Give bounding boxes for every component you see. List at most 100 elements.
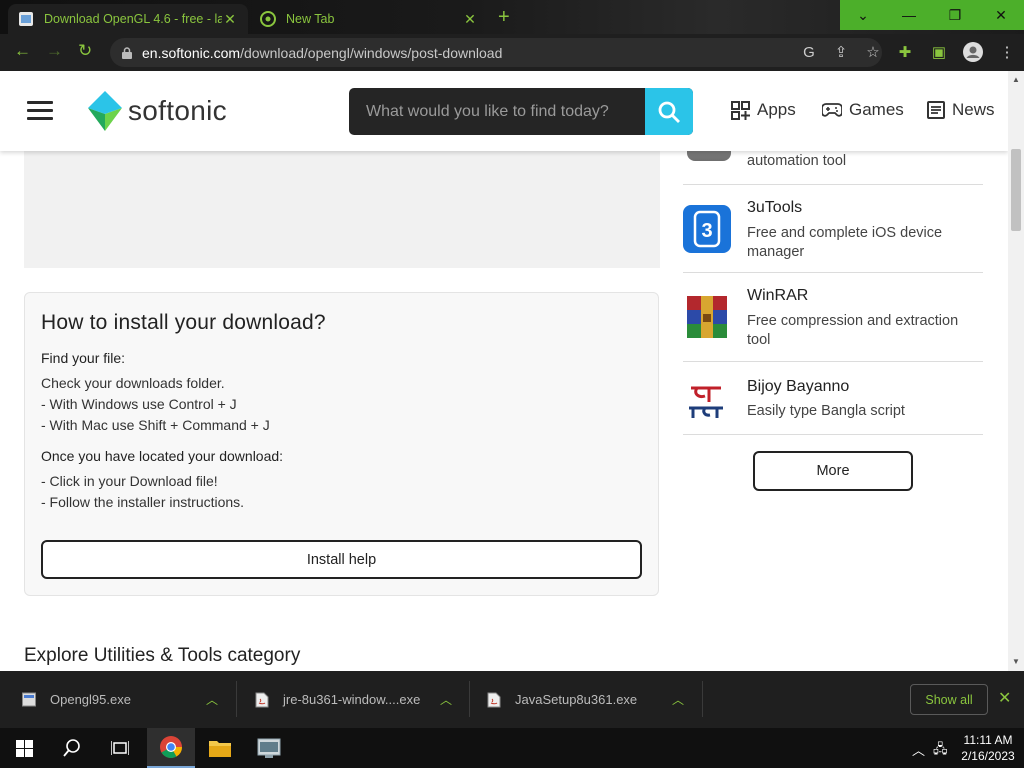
close-tab-icon[interactable]: ✕	[222, 11, 238, 28]
app-name: 3uTools	[747, 199, 803, 216]
bijoy-bayanno-icon	[689, 386, 723, 418]
side-panel-icon[interactable]: ▣	[929, 42, 949, 62]
window-controls: ⌄ — ❐ ✕	[840, 0, 1024, 30]
close-window-icon[interactable]: ✕	[978, 0, 1024, 30]
winrar-icon	[687, 296, 727, 338]
more-button[interactable]: More	[753, 451, 913, 491]
app-window-icon[interactable]	[245, 728, 293, 768]
scroll-up-icon[interactable]: ▲	[1012, 75, 1020, 84]
exe-file-icon	[22, 692, 36, 706]
instruction-line: - Follow the installer instructions.	[41, 494, 245, 510]
tab-new-tab[interactable]: New Tab ✕	[250, 4, 488, 34]
download-item[interactable]: Opengl95.exe ︿	[22, 671, 232, 728]
download-filename: JavaSetup8u361.exe	[515, 692, 638, 707]
web-page: softonic Apps Games News How to install …	[0, 71, 1008, 671]
instruction-line: - Click in your Download file!	[41, 473, 218, 489]
file-explorer-icon[interactable]	[196, 728, 244, 768]
page-scrollbar[interactable]: ▲ ▼	[1008, 71, 1024, 671]
install-heading: How to install your download?	[41, 311, 326, 334]
nav-games[interactable]: Games	[822, 100, 904, 120]
tab-search-chevron-icon[interactable]: ⌄	[840, 0, 886, 30]
browser-tab-strip: Download OpenGL 4.6 - free - la ✕ New Ta…	[0, 0, 1024, 34]
nav-news[interactable]: News	[927, 100, 995, 120]
forward-arrow-icon[interactable]: →	[46, 41, 63, 61]
lock-icon	[122, 46, 132, 59]
back-arrow-icon[interactable]: ←	[14, 41, 31, 61]
download-options-chevron-icon[interactable]: ︿	[672, 691, 684, 708]
show-hidden-icons-chevron-icon[interactable]: ︿	[912, 740, 925, 759]
reload-icon[interactable]: ↻	[78, 41, 92, 61]
scroll-down-icon[interactable]: ▼	[1012, 657, 1020, 666]
apps-grid-icon	[731, 100, 750, 120]
new-tab-plus-icon[interactable]: +	[498, 7, 510, 27]
minimize-icon[interactable]: —	[886, 0, 932, 30]
tab-title: New Tab	[286, 12, 335, 26]
site-header: softonic Apps Games News	[0, 71, 1008, 151]
app-name: WinRAR	[747, 287, 809, 304]
download-options-chevron-icon[interactable]: ︿	[440, 691, 452, 708]
nav-label: Apps	[757, 100, 796, 119]
search-input[interactable]	[349, 88, 645, 135]
sidebar-app-item[interactable]: 3 3uTools Free and complete iOS device m…	[683, 185, 983, 273]
share-icon[interactable]: ⇪	[832, 43, 850, 61]
windows-taskbar: ︿ 🖧 11:11 AM 2/16/2023	[0, 728, 1024, 768]
menu-kebab-icon[interactable]: ⋮	[997, 42, 1017, 62]
system-clock[interactable]: 11:11 AM 2/16/2023	[955, 732, 1021, 764]
close-shelf-icon[interactable]: ✕	[998, 688, 1011, 708]
chrome-taskbar-icon[interactable]	[147, 728, 195, 768]
site-search	[349, 88, 693, 135]
download-shelf: Opengl95.exe ︿ jre-8u361-window....exe ︿…	[0, 671, 1024, 728]
chrome-icon	[260, 11, 276, 27]
scrollbar-thumb[interactable]	[1011, 149, 1021, 231]
search-button[interactable]	[645, 88, 693, 135]
app-name: Bijoy Bayanno	[747, 378, 850, 395]
nav-label: Games	[849, 100, 904, 119]
3utools-icon: 3	[683, 205, 731, 253]
newspaper-icon	[927, 101, 945, 119]
browser-toolbar: ← → ↻ en.softonic.com/download/opengl/wi…	[0, 34, 1024, 71]
app-description: Easily type Bangla script	[747, 403, 905, 419]
google-lens-icon[interactable]: G	[800, 43, 818, 61]
download-filename: jre-8u361-window....exe	[283, 692, 421, 707]
nav-apps[interactable]: Apps	[731, 100, 796, 120]
bookmark-star-icon[interactable]: ☆	[864, 43, 882, 61]
clock-time: 11:11 AM	[963, 733, 1013, 747]
located-download-label: Once you have located your download:	[41, 448, 284, 464]
app-description: Free and complete iOS device manager	[747, 225, 943, 260]
windows-start-icon[interactable]	[0, 728, 48, 768]
search-icon	[658, 101, 680, 123]
instruction-line: - With Mac use Shift + Command + J	[41, 417, 270, 433]
java-file-icon	[255, 692, 269, 707]
softonic-logo[interactable]: softonic	[88, 91, 227, 131]
tab-opengl-download[interactable]: Download OpenGL 4.6 - free - la ✕	[8, 4, 248, 34]
show-all-downloads-button[interactable]: Show all	[910, 684, 988, 715]
extensions-puzzle-icon[interactable]: ✚	[895, 42, 915, 62]
address-bar[interactable]: en.softonic.com/download/opengl/windows/…	[110, 38, 882, 67]
app-description: automation tool	[747, 153, 847, 169]
network-icon[interactable]: 🖧	[933, 740, 948, 762]
download-item[interactable]: JavaSetup8u361.exe ︿	[487, 671, 697, 728]
ad-placeholder	[24, 151, 660, 268]
gamepad-icon	[822, 103, 842, 117]
instruction-line: - With Windows use Control + J	[41, 396, 237, 412]
find-file-label: Find your file:	[41, 350, 126, 366]
tab-title: Download OpenGL 4.6 - free - la	[44, 12, 222, 26]
instruction-line: Check your downloads folder.	[41, 375, 225, 391]
search-icon[interactable]	[48, 728, 96, 768]
softonic-logo-icon	[88, 91, 122, 131]
sidebar-app-item[interactable]: Bijoy Bayanno Easily type Bangla script	[683, 362, 983, 435]
url-text: en.softonic.com/download/opengl/windows/…	[142, 44, 503, 61]
close-tab-icon[interactable]: ✕	[462, 11, 478, 28]
download-item[interactable]: jre-8u361-window....exe ︿	[255, 671, 465, 728]
sidebar-app-item[interactable]: WinRAR Free compression and extraction t…	[683, 273, 983, 362]
svg-text:3: 3	[701, 220, 712, 242]
nav-label: News	[952, 100, 995, 119]
install-help-button[interactable]: Install help	[41, 540, 642, 579]
explore-category-heading: Explore Utilities & Tools category	[24, 645, 301, 666]
hamburger-menu-icon[interactable]	[27, 101, 53, 121]
clock-date: 2/16/2023	[961, 749, 1015, 763]
restore-icon[interactable]: ❐	[932, 0, 978, 30]
download-options-chevron-icon[interactable]: ︿	[206, 691, 218, 708]
profile-avatar-icon[interactable]	[963, 42, 983, 62]
task-view-icon[interactable]	[96, 728, 144, 768]
